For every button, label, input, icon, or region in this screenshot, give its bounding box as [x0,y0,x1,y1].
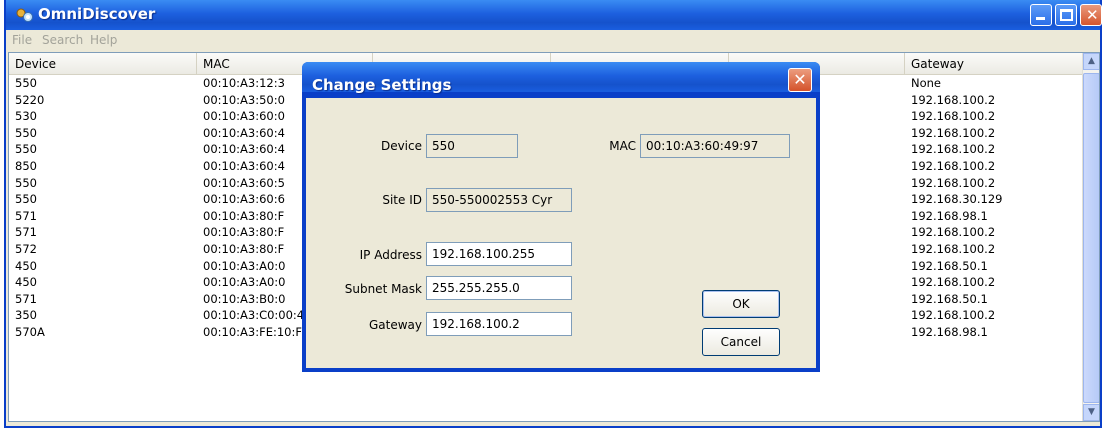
cell-gateway: 192.168.100.2 [911,142,996,157]
cell-device: 570A [15,324,45,339]
cell-gateway: 192.168.50.1 [911,291,988,306]
gateway-input[interactable]: 192.168.100.2 [426,312,572,336]
cell-device: 550 [15,125,37,140]
ip-address-label: IP Address [359,248,422,262]
cell-gateway: 192.168.100.2 [911,241,996,256]
mac-label: MAC [609,139,636,153]
cell-gateway: 192.168.100.2 [911,109,996,124]
cancel-button[interactable]: Cancel [702,328,780,356]
cell-device: 550 [15,76,37,90]
cell-gateway: 192.168.100.2 [911,308,996,323]
column-header-device[interactable]: Device [9,53,197,75]
cell-device: 450 [15,275,37,290]
ok-button[interactable]: OK [702,290,780,318]
cell-gateway: 192.168.100.2 [911,225,996,240]
change-settings-dialog: Change Settings ✕ Device 550 MAC 00:10:A… [302,62,820,372]
cell-device: 550 [15,142,37,157]
cell-device: 571 [15,291,37,306]
cell-gateway: 192.168.98.1 [911,208,988,223]
subnet-mask-input[interactable]: 255.255.255.0 [426,276,572,300]
dialog-title: Change Settings [312,76,452,94]
cell-device: 5220 [15,92,45,107]
scroll-down-button[interactable]: ▼ [1083,404,1099,421]
close-icon: ✕ [793,70,807,89]
minimize-button[interactable] [1030,4,1052,26]
ip-address-input[interactable]: 192.168.100.255 [426,242,572,266]
dialog-close-button[interactable]: ✕ [788,68,812,92]
dialog-body: Device 550 MAC 00:10:A3:60:49:97 Site ID… [306,98,816,368]
cell-device: 572 [15,241,37,256]
scroll-up-button[interactable]: ▲ [1083,53,1099,70]
chevron-down-icon: ▼ [1088,407,1095,417]
menu-search[interactable]: Search [42,33,83,47]
gateway-label: Gateway [368,318,422,332]
cell-gateway: 192.168.98.1 [911,324,988,339]
menu-help[interactable]: Help [90,33,117,47]
title-bar[interactable]: OmniDiscover ✕ [6,0,1102,30]
scroll-thumb[interactable] [1083,73,1099,403]
close-icon: ✕ [1086,6,1099,24]
cell-device: 850 [15,158,37,173]
app-title: OmniDiscover [38,5,156,23]
cell-gateway: 192.168.100.2 [911,92,996,107]
vertical-scrollbar[interactable]: ▲ ▼ [1082,53,1099,421]
mac-field: 00:10:A3:60:49:97 [640,134,790,158]
cell-gateway: None [911,76,942,90]
cell-device: 350 [15,308,37,323]
close-button[interactable]: ✕ [1080,4,1102,26]
site-id-field: 550-550002553 Cyr [426,188,572,212]
cell-gateway: 192.168.100.2 [911,275,996,290]
device-label: Device [380,139,422,153]
cell-gateway: 192.168.50.1 [911,258,988,273]
cell-device: 571 [15,208,37,223]
chevron-up-icon: ▲ [1088,56,1095,66]
cell-device: 550 [15,192,37,207]
minimize-icon [1036,17,1045,20]
app-icon [16,8,33,22]
site-id-label: Site ID [382,193,422,207]
cell-gateway: 192.168.100.2 [911,125,996,140]
cell-device: 530 [15,109,37,124]
subnet-mask-label: Subnet Mask [344,282,422,296]
device-field: 550 [426,134,518,158]
menu-file[interactable]: File [12,33,32,47]
cell-gateway: 192.168.100.2 [911,158,996,173]
cell-device: 571 [15,225,37,240]
menu-bar: File Search Help [6,30,1100,52]
maximize-icon [1060,9,1073,21]
dialog-title-bar[interactable]: Change Settings ✕ [302,62,820,94]
cell-gateway: 192.168.30.129 [911,192,1003,207]
cell-gateway: 192.168.100.2 [911,175,996,190]
cell-device: 550 [15,175,37,190]
column-header-gateway[interactable]: Gateway [905,53,1083,75]
cell-device: 450 [15,258,37,273]
maximize-button[interactable] [1055,4,1077,26]
